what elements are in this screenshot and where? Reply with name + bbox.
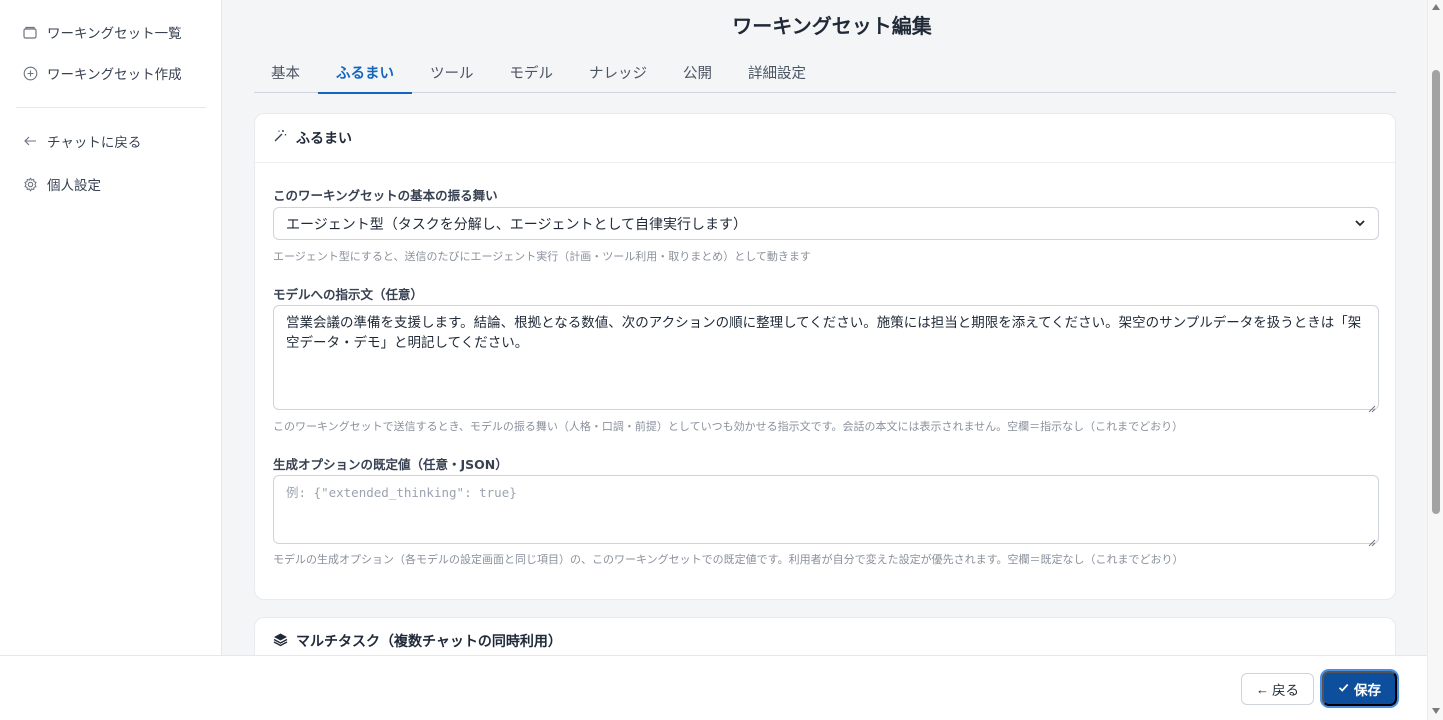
instruction-label: モデルへの指示文（任意）: [273, 287, 424, 302]
tab-knowledge[interactable]: ナレッジ: [571, 55, 665, 93]
back-button[interactable]: ← 戻る: [1241, 673, 1314, 705]
checkmark-icon: [1338, 681, 1349, 696]
behavior-card-title: ふるまい: [296, 131, 352, 147]
save-button-label: 保存: [1354, 682, 1381, 698]
mode-help-text: エージェント型にすると、送信のたびにエージェント実行（計画・ツール利用・取りまと…: [273, 250, 811, 263]
tab-basic[interactable]: 基本: [254, 55, 318, 93]
layers-icon: [272, 632, 288, 651]
plus-circle-icon: [22, 65, 38, 81]
tab-model[interactable]: モデル: [492, 55, 572, 93]
behavior-card: ふるまい このワーキングセットの基本の振る舞い エージェント型（タスクを分解し、…: [254, 113, 1396, 600]
save-button[interactable]: 保存: [1322, 671, 1397, 706]
instruction-textarea[interactable]: 営業会議の準備を支援します。結論、根拠となる数値、次のアクションの順に整理してく…: [273, 305, 1379, 413]
gen-options-label: 生成オプションの既定値（任意・JSON）: [273, 457, 508, 472]
gen-options-help-text: モデルの生成オプション（各モデルの設定画面と同じ項目）の、このワーキングセットで…: [273, 553, 1184, 566]
sidebar-item-back-to-chat[interactable]: チャットに戻る: [22, 131, 141, 151]
tab-advanced-settings[interactable]: 詳細設定: [730, 55, 824, 93]
gear-icon: [22, 176, 38, 192]
tab-behavior[interactable]: ふるまい: [318, 55, 412, 94]
sidebar: ワーキングセット一覧 ワーキングセット作成 チャットに戻る 個人設定: [0, 0, 222, 655]
main-content: ワーキングセット編集 基本 ふるまい ツール モデル ナレッジ 公開 詳細設定 …: [222, 0, 1427, 677]
tab-bar: 基本 ふるまい ツール モデル ナレッジ 公開 詳細設定: [254, 55, 1396, 94]
page-title: ワーキングセット編集: [732, 14, 932, 38]
scroll-up-icon[interactable]: [1432, 4, 1440, 10]
behavior-mode-value: エージェント型（タスクを分解し、エージェントとして自律実行します）: [286, 216, 748, 233]
back-button-label: 戻る: [1272, 683, 1299, 698]
arrow-left-icon: [22, 133, 38, 149]
instruction-text: 営業会議の準備を支援します。結論、根拠となる数値、次のアクションの順に整理してく…: [286, 315, 1362, 351]
gen-options-textarea[interactable]: 例: {"extended_thinking": true}: [273, 475, 1379, 547]
sidebar-divider: [16, 107, 206, 108]
resize-handle-icon[interactable]: [1368, 399, 1376, 413]
instruction-help-text: このワーキングセットで送信するとき、モデルの振る舞い（人格・口調・前提）としてい…: [273, 420, 1184, 433]
magic-wand-icon: [272, 129, 288, 147]
sidebar-item-label: チャットに戻る: [47, 135, 142, 151]
mode-label: このワーキングセットの基本の振る舞い: [273, 188, 498, 203]
footer-action-bar: ← 戻る 保存: [0, 655, 1427, 720]
sidebar-item-working-set-create[interactable]: ワーキングセット作成: [22, 63, 182, 83]
resize-handle-icon[interactable]: [1368, 533, 1376, 547]
sidebar-item-personal-settings[interactable]: 個人設定: [22, 174, 101, 194]
tab-publish[interactable]: 公開: [665, 55, 730, 93]
multitask-card-title: マルチタスク（複数チャットの同時利用）: [296, 634, 562, 650]
behavior-mode-select[interactable]: エージェント型（タスクを分解し、エージェントとして自律実行します）: [273, 207, 1379, 240]
sidebar-item-working-set-list[interactable]: ワーキングセット一覧: [22, 22, 182, 42]
sidebar-item-label: 個人設定: [47, 178, 101, 194]
scrollbar-thumb[interactable]: [1432, 70, 1440, 514]
sidebar-item-label: ワーキングセット作成: [47, 67, 182, 83]
folder-icon: [22, 24, 38, 40]
sidebar-item-label: ワーキングセット一覧: [47, 26, 182, 42]
vertical-scrollbar[interactable]: [1427, 0, 1443, 720]
behavior-card-header: ふるまい: [255, 114, 1395, 163]
chevron-down-icon: [1352, 215, 1368, 231]
arrow-left-icon: ←: [1256, 681, 1269, 697]
gen-options-placeholder: 例: {"extended_thinking": true}: [286, 485, 517, 500]
scroll-down-icon[interactable]: [1432, 708, 1440, 714]
tab-tools[interactable]: ツール: [412, 55, 492, 93]
